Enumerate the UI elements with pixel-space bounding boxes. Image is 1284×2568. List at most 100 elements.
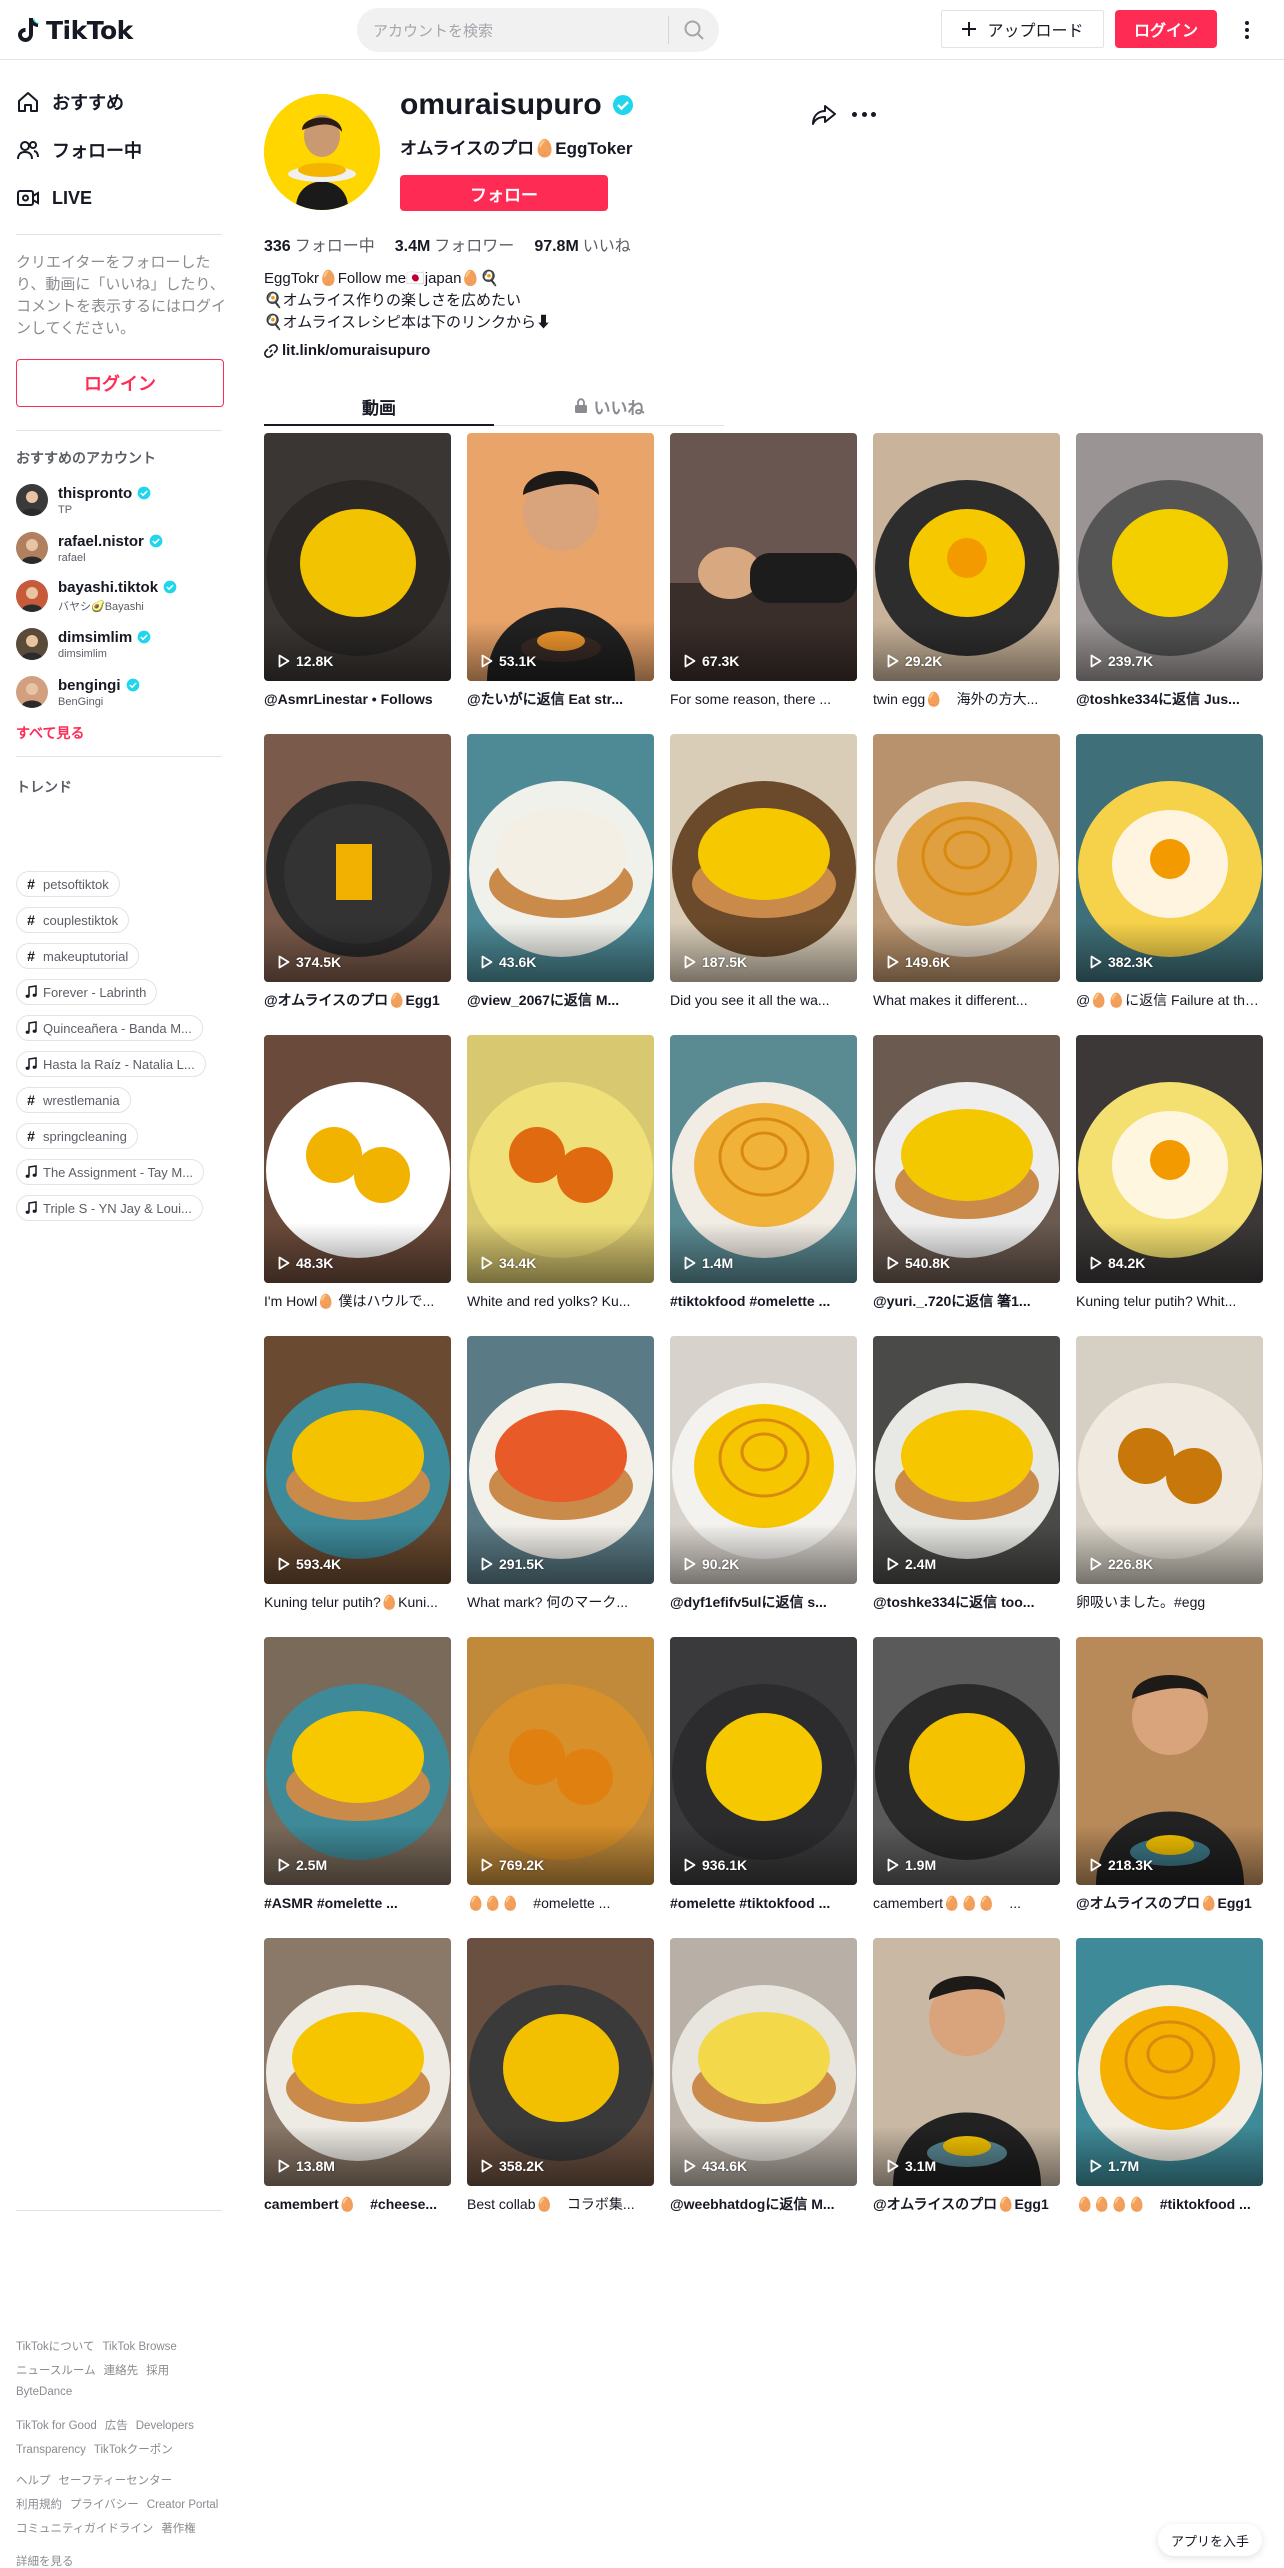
footer-link[interactable]: TikTokについて <box>16 2341 94 2353</box>
get-app-button[interactable]: アプリを入手 <box>1158 2524 1262 2556</box>
nav-live[interactable]: LIVE <box>16 182 92 214</box>
trending-hashtag[interactable]: # makeuptutorial <box>16 943 140 969</box>
video-thumbnail[interactable]: 540.8K <box>873 1035 1060 1283</box>
footer-link[interactable]: 著作権 <box>161 2523 196 2535</box>
suggested-account[interactable]: bayashi.tiktok バヤシ🥑Bayashi <box>16 576 177 616</box>
trending-hashtag[interactable]: # petsoftiktok <box>16 871 120 897</box>
video-thumbnail[interactable]: 48.3K <box>264 1035 451 1283</box>
video-caption[interactable]: @オムライスのプロ🥚Egg1 <box>264 990 451 1010</box>
video-caption[interactable]: twin egg🥚 海外の方大... <box>873 689 1060 709</box>
upload-button[interactable]: アップロード <box>941 10 1104 48</box>
video-thumbnail[interactable]: 769.2K <box>467 1637 654 1885</box>
video-card[interactable]: 3.1M @オムライスのプロ🥚Egg1 <box>873 1938 1060 2214</box>
video-card[interactable]: 239.7K @toshke334に返信 Jus... <box>1076 433 1263 709</box>
profile-link[interactable]: lit.link/omuraisupuro <box>264 342 430 359</box>
video-thumbnail[interactable]: 43.6K <box>467 734 654 982</box>
nav-for-you[interactable]: おすすめ <box>16 86 124 118</box>
video-thumbnail[interactable]: 2.4M <box>873 1336 1060 1584</box>
video-card[interactable]: 382.3K @🥚🥚に返信 Failure at the... <box>1076 734 1263 1010</box>
video-thumbnail[interactable]: 3.1M <box>873 1938 1060 2186</box>
suggested-account[interactable]: dimsimlim dimsimlim <box>16 624 151 664</box>
video-card[interactable]: 2.4M @toshke334に返信 too... <box>873 1336 1060 1612</box>
video-card[interactable]: 187.5K Did you see it all the wa... <box>670 734 857 1010</box>
video-thumbnail[interactable]: 936.1K <box>670 1637 857 1885</box>
video-caption[interactable]: White and red yolks? Ku... <box>467 1291 654 1311</box>
video-thumbnail[interactable]: 29.2K <box>873 433 1060 681</box>
trending-sound[interactable]: Forever - Labrinth <box>16 979 158 1005</box>
video-card[interactable]: 67.3K For some reason, there ... <box>670 433 857 709</box>
video-thumbnail[interactable]: 382.3K <box>1076 734 1263 982</box>
see-all-link[interactable]: すべて見る <box>16 723 84 743</box>
video-caption[interactable]: @dyf1efifv5ulに返信 s... <box>670 1592 857 1612</box>
video-caption[interactable]: @🥚🥚に返信 Failure at the... <box>1076 990 1263 1010</box>
video-thumbnail[interactable]: 149.6K <box>873 734 1060 982</box>
video-caption[interactable]: What mark? 何のマーク... <box>467 1592 654 1612</box>
video-thumbnail[interactable]: 34.4K <box>467 1035 654 1283</box>
video-caption[interactable]: #ASMR #omelette ... <box>264 1893 451 1913</box>
suggested-account[interactable]: rafael.nistor rafael <box>16 528 163 568</box>
video-card[interactable]: 358.2K Best collab🥚 コラボ集... <box>467 1938 654 2214</box>
video-card[interactable]: 936.1K #omelette #tiktokfood ... <box>670 1637 857 1913</box>
video-card[interactable]: 291.5K What mark? 何のマーク... <box>467 1336 654 1612</box>
footer-link[interactable]: 広告 <box>105 2420 128 2432</box>
video-card[interactable]: 48.3K I'm Howl🥚 僕はハウルで... <box>264 1035 451 1311</box>
video-card[interactable]: 43.6K @view_2067に返信 M... <box>467 734 654 1010</box>
footer-link[interactable]: 連絡先 <box>104 2365 139 2377</box>
footer-link[interactable]: 詳細を見る <box>16 2556 74 2568</box>
video-card[interactable]: 1.7M 🥚🥚🥚🥚 #tiktokfood ... <box>1076 1938 1263 2214</box>
video-thumbnail[interactable]: 218.3K <box>1076 1637 1263 1885</box>
suggested-account[interactable]: bengingi BenGingi <box>16 672 140 712</box>
footer-link[interactable]: TikTok for Good <box>16 2420 97 2432</box>
follow-button[interactable]: フォロー <box>400 175 608 211</box>
video-thumbnail[interactable]: 84.2K <box>1076 1035 1263 1283</box>
video-card[interactable]: 226.8K 卵吸いました。#egg <box>1076 1336 1263 1612</box>
video-thumbnail[interactable]: 226.8K <box>1076 1336 1263 1584</box>
tab-liked[interactable]: いいね <box>494 386 724 426</box>
trending-hashtag[interactable]: # springcleaning <box>16 1123 138 1149</box>
trending-sound[interactable]: Quinceañera - Banda M... <box>16 1015 203 1041</box>
video-thumbnail[interactable]: 53.1K <box>467 433 654 681</box>
video-thumbnail[interactable]: 67.3K <box>670 433 857 681</box>
video-card[interactable]: 1.4M #tiktokfood #omelette ... <box>670 1035 857 1311</box>
video-caption[interactable]: Kuning telur putih?🥚Kuni... <box>264 1592 451 1612</box>
footer-link[interactable]: ニュースルーム <box>16 2365 96 2377</box>
share-icon[interactable] <box>810 103 838 127</box>
trending-hashtag[interactable]: # wrestlemania <box>16 1087 131 1113</box>
video-thumbnail[interactable]: 1.7M <box>1076 1938 1263 2186</box>
video-card[interactable]: 12.8K @AsmrLinestar • Follows <box>264 433 451 709</box>
nav-following[interactable]: フォロー中 <box>16 134 142 166</box>
video-card[interactable]: 374.5K @オムライスのプロ🥚Egg1 <box>264 734 451 1010</box>
video-thumbnail[interactable]: 593.4K <box>264 1336 451 1584</box>
video-caption[interactable]: @weebhatdogに返信 M... <box>670 2194 857 2214</box>
video-card[interactable]: 90.2K @dyf1efifv5ulに返信 s... <box>670 1336 857 1612</box>
video-card[interactable]: 218.3K @オムライスのプロ🥚Egg1 <box>1076 1637 1263 1913</box>
video-caption[interactable]: #omelette #tiktokfood ... <box>670 1893 857 1913</box>
video-caption[interactable]: 卵吸いました。#egg <box>1076 1592 1263 1612</box>
video-thumbnail[interactable]: 434.6K <box>670 1938 857 2186</box>
search-input[interactable]: アカウントを検索 <box>357 20 668 41</box>
sidebar-login-button[interactable]: ログイン <box>16 359 224 407</box>
tab-videos[interactable]: 動画 <box>264 386 494 426</box>
video-thumbnail[interactable]: 358.2K <box>467 1938 654 2186</box>
video-card[interactable]: 1.9M camembert🥚🥚🥚 ... <box>873 1637 1060 1913</box>
video-caption[interactable]: @toshke334に返信 Jus... <box>1076 689 1263 709</box>
video-caption[interactable]: @オムライスのプロ🥚Egg1 <box>1076 1893 1263 1913</box>
video-thumbnail[interactable]: 187.5K <box>670 734 857 982</box>
video-card[interactable]: 13.8M camembert🥚 #cheese... <box>264 1938 451 2214</box>
video-thumbnail[interactable]: 13.8M <box>264 1938 451 2186</box>
video-card[interactable]: 540.8K @yuri._.720に返信 箸1... <box>873 1035 1060 1311</box>
video-caption[interactable]: camembert🥚🥚🥚 ... <box>873 1893 1060 1913</box>
tiktok-logo[interactable]: TikTok <box>16 14 133 46</box>
footer-link[interactable]: Creator Portal <box>147 2499 219 2511</box>
video-thumbnail[interactable]: 12.8K <box>264 433 451 681</box>
video-caption[interactable]: @yuri._.720に返信 箸1... <box>873 1291 1060 1311</box>
video-card[interactable]: 53.1K @たいがに返信 Eat str... <box>467 433 654 709</box>
video-card[interactable]: 593.4K Kuning telur putih?🥚Kuni... <box>264 1336 451 1612</box>
video-thumbnail[interactable]: 2.5M <box>264 1637 451 1885</box>
video-caption[interactable]: What makes it different... <box>873 990 1060 1010</box>
video-thumbnail[interactable]: 291.5K <box>467 1336 654 1584</box>
video-caption[interactable]: I'm Howl🥚 僕はハウルで... <box>264 1291 451 1311</box>
video-thumbnail[interactable]: 90.2K <box>670 1336 857 1584</box>
video-caption[interactable]: For some reason, there ... <box>670 689 857 709</box>
video-card[interactable]: 434.6K @weebhatdogに返信 M... <box>670 1938 857 2214</box>
